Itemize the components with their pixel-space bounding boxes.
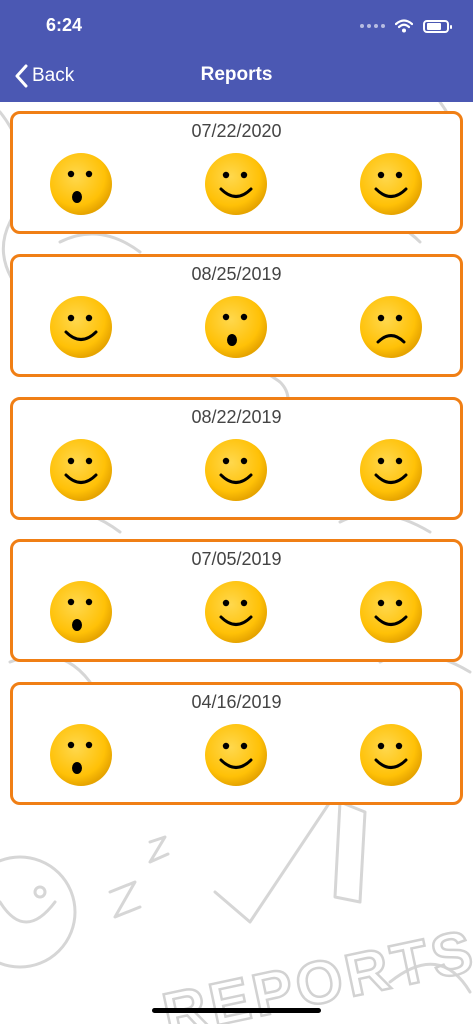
status-time: 6:24: [46, 15, 83, 35]
report-date: 07/22/2020: [191, 121, 282, 141]
surprised-face-icon: [50, 581, 112, 643]
report-card[interactable]: 08/22/2019: [10, 397, 463, 520]
nav-header: 6:24 Back Reports: [0, 0, 473, 102]
page-title: Reports: [200, 64, 273, 85]
report-date: 07/05/2019: [191, 549, 282, 569]
report-date: 08/25/2019: [191, 264, 282, 284]
report-date: 04/16/2019: [191, 692, 282, 712]
happy-face-icon: [50, 296, 112, 358]
surprised-face-icon: [50, 724, 112, 786]
happy-face-icon: [50, 439, 112, 501]
wifi-icon: [395, 19, 413, 33]
happy-face-icon: [360, 581, 422, 643]
happy-face-icon: [360, 724, 422, 786]
sad-face-icon: [360, 296, 422, 358]
happy-face-icon: [360, 153, 422, 215]
signal-icon: [360, 24, 385, 28]
happy-face-icon: [205, 153, 267, 215]
battery-icon: [423, 19, 452, 33]
report-card[interactable]: 08/25/2019: [10, 254, 463, 377]
report-card[interactable]: 07/22/2020: [10, 111, 463, 234]
happy-face-icon: [360, 439, 422, 501]
home-indicator: [152, 1008, 321, 1013]
surprised-face-icon: [50, 153, 112, 215]
happy-face-icon: [205, 581, 267, 643]
report-date: 08/22/2019: [191, 407, 282, 427]
happy-face-icon: [205, 724, 267, 786]
surprised-face-icon: [205, 296, 267, 358]
happy-face-icon: [205, 439, 267, 501]
report-card[interactable]: 07/05/2019: [10, 539, 463, 662]
report-card[interactable]: 04/16/2019: [10, 682, 463, 805]
status-icons: [360, 16, 452, 36]
